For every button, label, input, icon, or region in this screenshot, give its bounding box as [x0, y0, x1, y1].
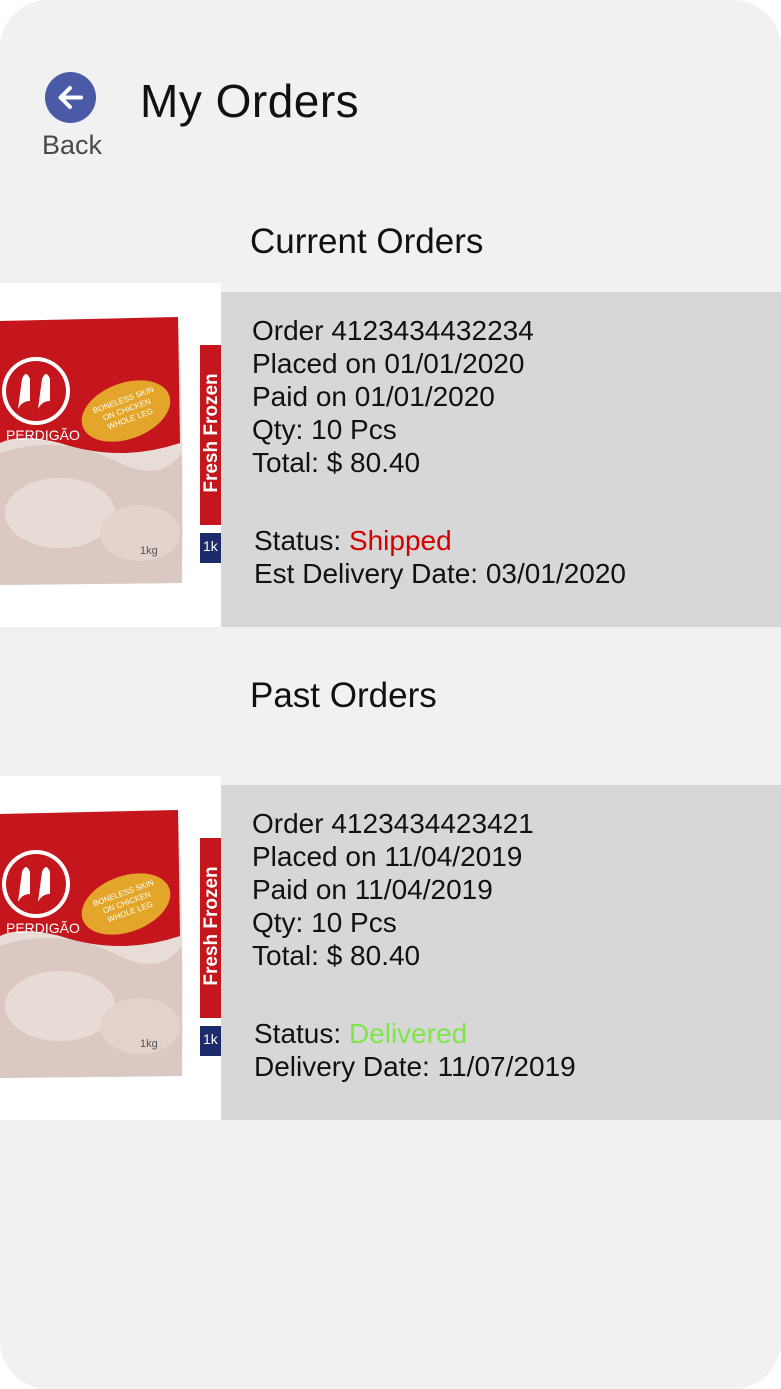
order-details[interactable]: Order 4123434432234 Placed on 01/01/2020…	[221, 292, 781, 627]
product-brand: PERDIGÃO	[6, 920, 80, 936]
order-card[interactable]: PERDIGÃO BONELESS SKIN ON CHICKEN WHOLE …	[0, 776, 781, 1120]
status-badge: Delivered	[348, 1018, 468, 1049]
status-label: Status:	[254, 525, 349, 556]
product-weight: 1kg	[140, 1038, 158, 1050]
product-image[interactable]: PERDIGÃO BONELESS SKIN ON CHICKEN WHOLE …	[0, 776, 221, 1120]
order-number: Order 4123434432234	[252, 315, 534, 346]
order-status: Status: Delivered	[254, 1018, 467, 1050]
placed-date: Placed on 01/01/2020	[252, 348, 525, 379]
order-status: Status: Shipped	[254, 525, 452, 557]
paid-date: Paid on 01/01/2020	[252, 381, 495, 412]
order-details[interactable]: Order 4123434423421 Placed on 11/04/2019…	[221, 785, 781, 1120]
arrow-left-icon[interactable]	[45, 72, 96, 123]
product-side-label: Fresh Frozen	[201, 866, 221, 986]
delivery-date: Est Delivery Date: 03/01/2020	[254, 558, 626, 589]
order-total: Total: $ 80.40	[252, 447, 421, 478]
page-title: My Orders	[140, 75, 360, 127]
product-side-tag: 1k	[203, 1031, 218, 1047]
past-orders-heading: Past Orders	[250, 676, 437, 715]
orders-screen: Back My Orders Current Orders PERDIGÃO B…	[0, 0, 781, 1389]
status-badge: Shipped	[348, 525, 452, 556]
product-side-label: Fresh Frozen	[201, 373, 221, 493]
order-quantity: Qty: 10 Pcs	[252, 414, 397, 445]
order-number: Order 4123434423421	[252, 808, 534, 839]
status-label: Status:	[254, 1018, 349, 1049]
product-image[interactable]: PERDIGÃO BONELESS SKIN ON CHICKEN WHOLE …	[0, 283, 221, 627]
product-side-tag: 1k	[203, 538, 218, 554]
order-total: Total: $ 80.40	[252, 940, 421, 971]
back-label[interactable]: Back	[36, 130, 108, 161]
product-weight: 1kg	[140, 545, 158, 557]
order-quantity: Qty: 10 Pcs	[252, 907, 397, 938]
delivery-date: Delivery Date: 11/07/2019	[254, 1051, 576, 1082]
order-card[interactable]: PERDIGÃO BONELESS SKIN ON CHICKEN WHOLE …	[0, 283, 781, 627]
placed-date: Placed on 11/04/2019	[252, 841, 523, 872]
product-brand: PERDIGÃO	[6, 427, 80, 443]
paid-date: Paid on 11/04/2019	[252, 874, 493, 905]
current-orders-heading: Current Orders	[250, 222, 484, 261]
